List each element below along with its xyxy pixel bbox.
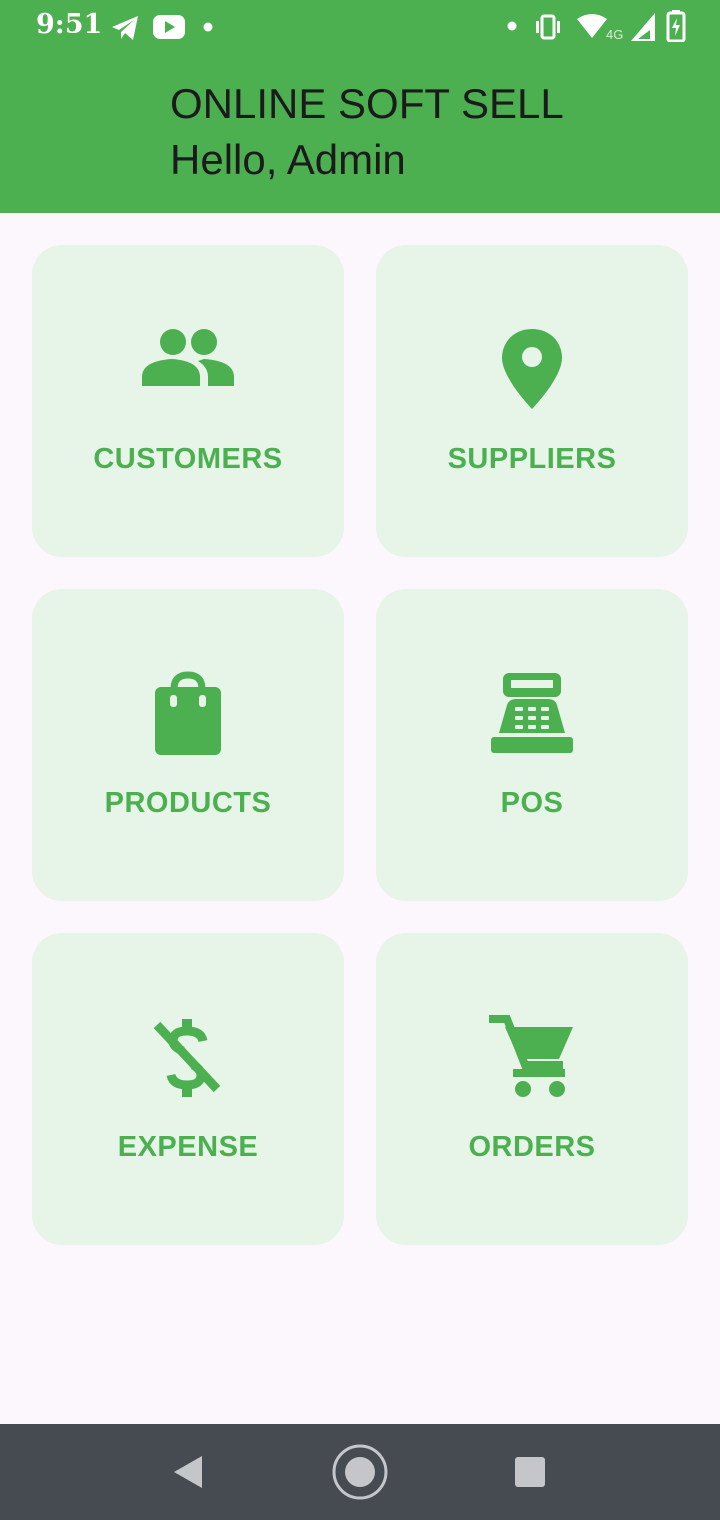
system-nav-bar	[0, 1424, 720, 1520]
orders-label: ORDERS	[468, 1131, 596, 1163]
money-off-icon	[153, 1019, 221, 1097]
suppliers-label: SUPPLIERS	[447, 443, 617, 475]
menu-grid: CUSTOMERS SUPPLIERS PRODUCTS POS EXPENSE…	[0, 0, 720, 1300]
recents-icon[interactable]	[513, 1455, 547, 1489]
customers-label: CUSTOMERS	[93, 443, 283, 475]
products-card[interactable]: PRODUCTS	[32, 589, 344, 901]
people-icon	[142, 329, 234, 386]
home-icon[interactable]	[330, 1442, 390, 1502]
shopping-cart-icon	[489, 1015, 573, 1097]
pos-label: POS	[500, 787, 564, 819]
expense-label: EXPENSE	[117, 1131, 259, 1163]
shopping-bag-icon	[155, 671, 221, 755]
location-pin-icon	[502, 329, 562, 409]
suppliers-card[interactable]: SUPPLIERS	[376, 245, 688, 557]
expense-card[interactable]: EXPENSE	[32, 933, 344, 1245]
orders-card[interactable]: ORDERS	[376, 933, 688, 1245]
back-icon[interactable]	[170, 1452, 206, 1492]
cash-register-icon	[491, 673, 573, 753]
products-label: PRODUCTS	[104, 787, 272, 819]
pos-card[interactable]: POS	[376, 589, 688, 901]
customers-card[interactable]: CUSTOMERS	[32, 245, 344, 557]
